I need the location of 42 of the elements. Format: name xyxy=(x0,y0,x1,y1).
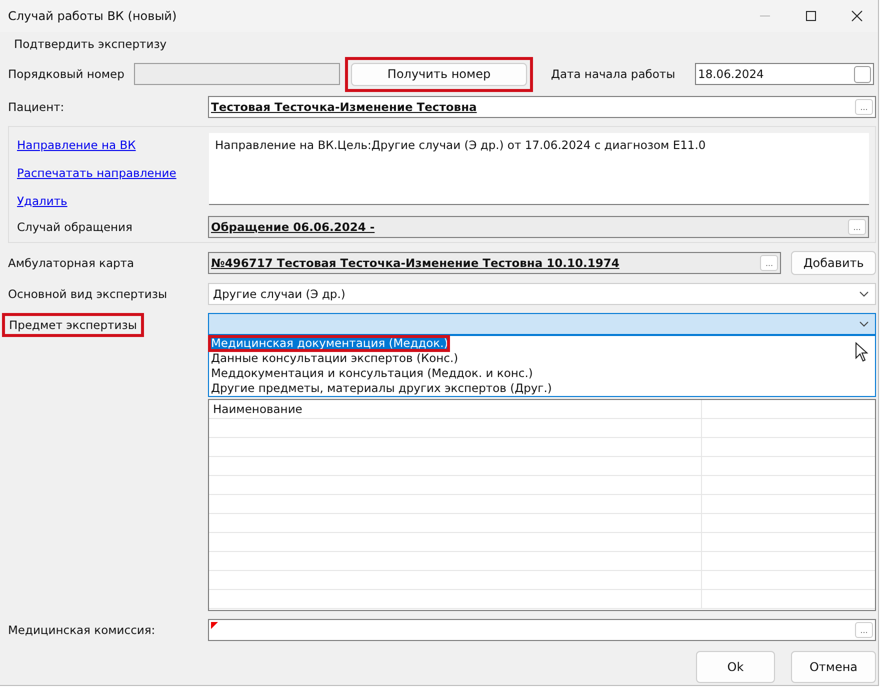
field-label: Предмет экспертизы xyxy=(2,313,144,337)
patient-field[interactable]: Тестовая Тесточка-Изменение Тестовна ... xyxy=(208,96,876,118)
field-label: Порядковый номер xyxy=(8,67,126,81)
browse-button[interactable]: ... xyxy=(848,219,866,235)
menu-item[interactable]: Подтвердить экспертизу xyxy=(14,37,167,51)
dropdown-option[interactable]: Другие предметы, материалы других экспертов (Друг.) xyxy=(209,381,875,396)
chevron-down-icon xyxy=(859,291,869,297)
window-title: Случай работы ВК (новый) xyxy=(8,9,177,23)
browse-button[interactable]: ... xyxy=(855,99,873,115)
commission-field[interactable]: ... xyxy=(208,619,876,641)
referral-text: Направление на ВК.Цель:Другие случаи (Э др.) от 17.06.2024 с диагнозом E11.0 xyxy=(215,138,706,152)
field-label: Пациент: xyxy=(8,100,66,114)
browse-button[interactable]: ... xyxy=(855,622,873,638)
link[interactable]: Распечатать направление xyxy=(17,166,176,180)
number-field[interactable] xyxy=(134,63,340,85)
exam-type-dropdown[interactable]: Другие случаи (Э др.) xyxy=(208,283,876,305)
dropdown-option[interactable]: Данные консультации экспертов (Конс.) xyxy=(209,351,875,366)
dialog-button[interactable]: Ok xyxy=(696,651,775,683)
column-header: Наименование xyxy=(209,400,702,418)
get-number-button[interactable]: Получить номер xyxy=(351,62,527,86)
case-field[interactable]: Обращение 06.06.2024 - ... xyxy=(208,216,869,238)
chevron-down-icon xyxy=(859,321,869,327)
pointer-icon xyxy=(855,342,869,362)
card-field[interactable]: №496717 Тестовая Тесточка-Изменение Тестовна 10.10.1974 ... xyxy=(208,252,782,274)
field-label: Амбулаторная карта xyxy=(8,256,136,270)
browse-button[interactable]: ... xyxy=(760,255,778,271)
dropdown-option[interactable]: Меддокументация и консультация (Меддок. и конс.) xyxy=(209,366,875,381)
referral-text-area[interactable]: Направление на ВК.Цель:Другие случаи (Э др.) от 17.06.2024 с диагнозом E11.0 xyxy=(209,133,869,205)
field-label: Медицинская комиссия: xyxy=(8,623,156,637)
add-button[interactable]: Добавить xyxy=(791,251,876,275)
dialog-button[interactable]: Отмена xyxy=(791,651,876,683)
close-icon[interactable] xyxy=(850,9,864,23)
field-label: Случай обращения xyxy=(17,220,134,234)
exam-subject-dropdown[interactable] xyxy=(208,313,876,335)
dropdown-option[interactable]: Медицинская документация (Меддок.) xyxy=(209,336,449,351)
field-label: Дата начала работы xyxy=(551,67,676,81)
checkbox[interactable] xyxy=(854,66,871,82)
link[interactable]: Удалить xyxy=(17,194,68,208)
field-label: Основной вид экспертизы xyxy=(8,287,168,301)
date-field[interactable]: 18.06.2024 xyxy=(695,63,874,85)
link[interactable]: Направление на ВК xyxy=(17,138,136,152)
maximize-icon[interactable] xyxy=(804,9,818,23)
